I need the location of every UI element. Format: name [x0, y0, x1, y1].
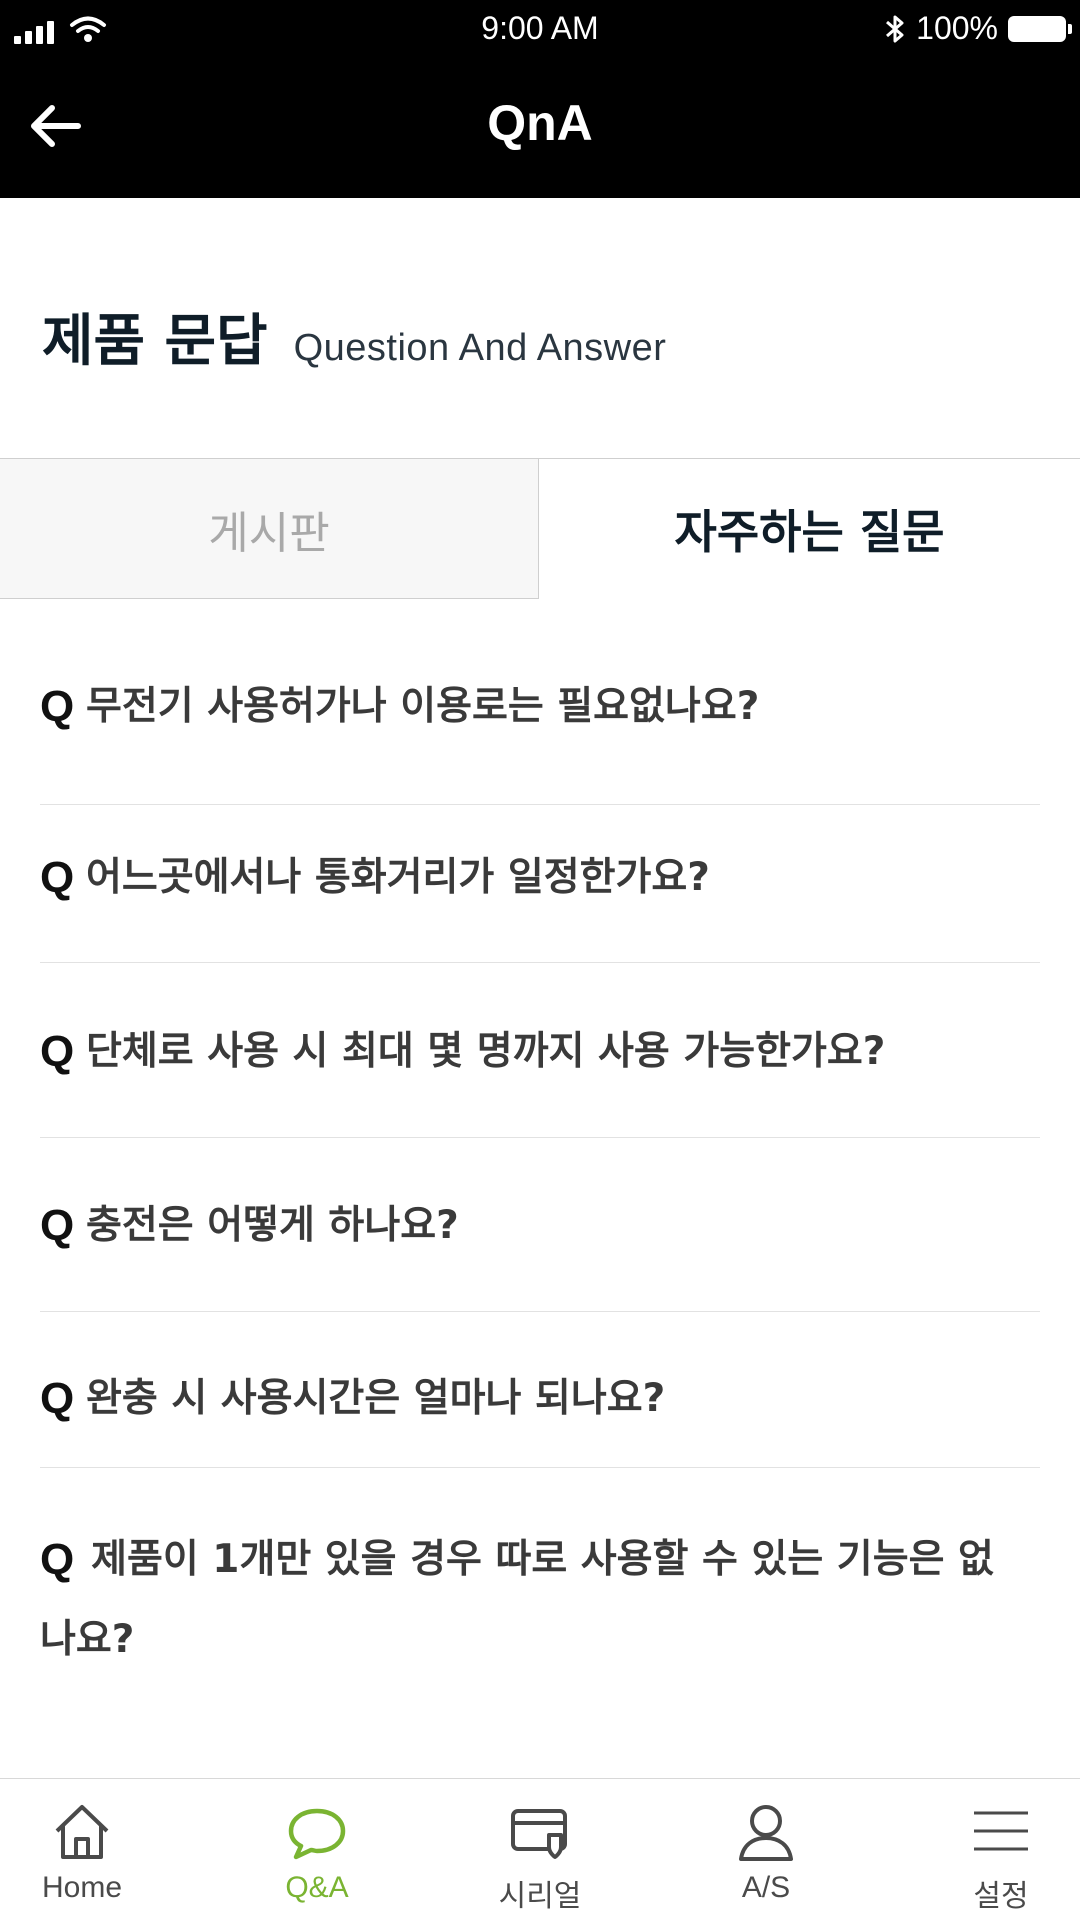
section-title-korean: 제품 문답 [42, 309, 268, 374]
tab-bar: 게시판 자주하는 질문 [0, 458, 1080, 599]
status-bar: 9:00 AM 100% [0, 0, 1080, 60]
faq-item-3[interactable]: Q 단체로 사용 시 최대 몇 명까지 사용 가능한가요? [40, 1022, 1040, 1082]
faq-item-6[interactable]: Q 제품이 1개만 있을 경우 따로 사용할 수 있는 기능은 없나요? [40, 1520, 1020, 1680]
faq-divider [40, 1467, 1040, 1468]
app-root: 9:00 AM 100% QnA 제품 문답 Question And Answ… [0, 0, 1080, 1920]
faq-question: 충전은 어떻게 하나요? [86, 1203, 459, 1248]
serial-card-icon [511, 1809, 567, 1859]
faq-question: 단체로 사용 시 최대 몇 명까지 사용 가능한가요? [86, 1029, 886, 1074]
user-icon [739, 1805, 793, 1861]
faq-q-marker: Q [40, 682, 75, 731]
section-title: 제품 문답 Question And Answer [42, 296, 666, 377]
chat-bubble-icon [288, 1808, 346, 1860]
faq-question: 제품이 1개만 있을 경우 따로 사용할 수 있는 기능은 없나요? [40, 1537, 994, 1662]
faq-q-marker: Q [40, 1027, 75, 1076]
status-right: 100% [884, 10, 1072, 47]
nav-label: Home [41, 1871, 123, 1904]
app-header: QnA [0, 60, 1080, 198]
nav-label: A/S [741, 1871, 791, 1904]
bluetooth-icon [886, 15, 904, 42]
home-icon [55, 1805, 109, 1859]
battery-icon [1008, 15, 1072, 42]
faq-item-4[interactable]: Q 충전은 어떻게 하나요? [40, 1196, 1040, 1256]
faq-q-marker: Q [40, 1374, 75, 1423]
faq-divider [40, 804, 1040, 805]
faq-q-marker: Q [40, 1535, 75, 1584]
faq-q-marker: Q [40, 1201, 75, 1250]
nav-serial[interactable]: 시리얼 [432, 1779, 648, 1920]
faq-divider [40, 1311, 1040, 1312]
nav-settings[interactable]: 설정 [893, 1779, 1080, 1920]
nav-as[interactable]: A/S [658, 1779, 874, 1920]
faq-item-5[interactable]: Q 완충 시 사용시간은 얼마나 되나요? [40, 1369, 1040, 1429]
nav-qna[interactable]: Q&A [209, 1779, 425, 1920]
faq-question: 완충 시 사용시간은 얼마나 되나요? [86, 1376, 666, 1421]
nav-label: 시리얼 [498, 1880, 582, 1913]
faq-question: 어느곳에서나 통화거리가 일정한가요? [86, 855, 710, 900]
faq-question: 무전기 사용허가나 이용로는 필요없나요? [86, 684, 760, 729]
nav-label: 설정 [973, 1880, 1029, 1913]
faq-divider [40, 1137, 1040, 1138]
faq-item-1[interactable]: Q 무전기 사용허가나 이용로는 필요없나요? [40, 677, 1040, 737]
battery-percent: 100% [916, 10, 998, 46]
menu-icon [974, 1811, 1028, 1851]
nav-home[interactable]: Home [0, 1779, 190, 1920]
section-title-english: Question And Answer [293, 327, 667, 369]
tab-board[interactable]: 게시판 [0, 459, 539, 599]
faq-item-2[interactable]: Q 어느곳에서나 통화거리가 일정한가요? [40, 848, 1040, 908]
faq-divider [40, 962, 1040, 963]
page-title: QnA [487, 95, 593, 151]
faq-q-marker: Q [40, 853, 75, 902]
tab-faq[interactable]: 자주하는 질문 [539, 459, 1080, 599]
nav-label: Q&A [285, 1871, 349, 1904]
bottom-nav: Home Q&A 시리얼 A/S 설정 [0, 1778, 1080, 1920]
